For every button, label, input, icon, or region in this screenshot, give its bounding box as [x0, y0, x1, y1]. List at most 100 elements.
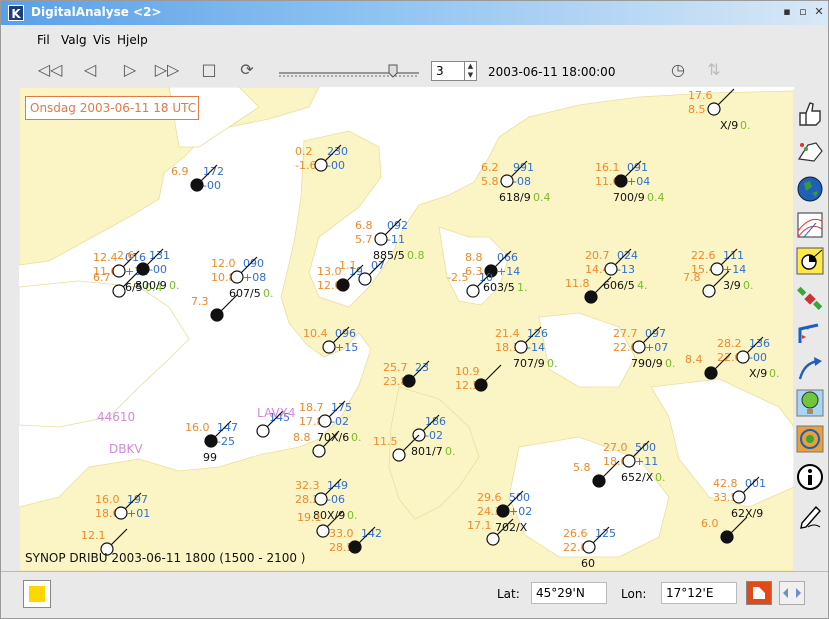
station-temperature: -2.5 — [447, 271, 468, 284]
maximize-icon[interactable]: ▫ — [797, 6, 809, 18]
station-temperature: 12.4 — [93, 251, 118, 264]
close-icon[interactable]: ✕ — [813, 6, 825, 18]
station-temperature: 11.5 — [373, 435, 398, 448]
station-cloud-cover: 1/7 — [425, 445, 443, 458]
station-pressure-tendency: +14 — [497, 265, 520, 278]
station-cloud-base: 0. — [665, 357, 676, 370]
station-temperature: 32.3 — [295, 479, 320, 492]
fast-forward-icon[interactable]: ▷▷ — [154, 58, 180, 82]
station-cloud-cover: 5/5 — [387, 249, 405, 262]
station-cloud-base: 0. — [655, 471, 666, 484]
station-visibility: 60 — [603, 279, 617, 292]
step-spinbox-value: 3 — [436, 64, 444, 78]
clock-icon[interactable]: ◷ — [665, 58, 691, 82]
stop-icon[interactable]: □ — [196, 58, 222, 82]
station-temperature: 16.0 — [185, 421, 210, 434]
station-temperature: 8.8 — [465, 251, 483, 264]
station-temperature: 16.1 — [595, 161, 620, 174]
lon-value: 17°12'E — [661, 582, 737, 604]
title-bar: K DigitalAnalyse <2> ▪ ▫ ✕ — [1, 1, 828, 25]
station-temperature: 6.2 — [481, 161, 499, 174]
station-temperature: 20.7 — [585, 249, 610, 262]
station-cloud-base: 0. — [169, 279, 180, 292]
station-cloud-base: 4. — [637, 279, 648, 292]
station-temperature: 12.0 — [211, 257, 236, 270]
lat-label: Lat: — [497, 587, 520, 601]
step-spinbox[interactable]: 3 ▲ ▼ — [431, 61, 477, 81]
station-temperature: 5.8 — [573, 461, 591, 474]
station-visibility: 99 — [203, 451, 217, 464]
station-cloud-cover: 8/9 — [513, 191, 531, 204]
play-icon[interactable]: ▷ — [117, 58, 143, 82]
weather-map[interactable]: 6.9 172 -00 0.2 -1.6 230 -00 6.2 5.8 991 -08 61 8/9 0… — [19, 87, 794, 571]
station-temperature: 29.6 — [477, 491, 502, 504]
station-visibility: 60 — [229, 287, 243, 300]
thumbs-up-icon[interactable] — [796, 99, 824, 127]
station-temperature: 7.8 — [683, 271, 701, 284]
station-pressure-tendency: -08 — [513, 175, 531, 188]
station-plot-icon[interactable] — [796, 247, 824, 275]
station-pressure-tendency: +02 — [509, 505, 532, 518]
front-line-icon[interactable] — [796, 319, 824, 347]
station-temperature: 17.6 — [688, 89, 713, 102]
station-cloud-base: 0. — [769, 367, 780, 380]
info-icon[interactable] — [796, 463, 824, 491]
station-visibility: 62 — [731, 507, 745, 520]
status-bar: Lat: 45°29'N Lon: 17°12'E — [1, 571, 828, 619]
current-time: 2003-06-11 18:00:00 — [488, 65, 616, 79]
station-cloud-cover: 0/9 — [645, 357, 663, 370]
station-dewpoint: 8.5 — [688, 103, 706, 116]
balloon-icon[interactable] — [796, 389, 824, 417]
station-visibility: 70 — [495, 521, 509, 534]
station-temperature: 19.1 — [297, 511, 322, 524]
rewind-icon[interactable]: ◁◁ — [37, 58, 63, 82]
station-cloud-base: 0. — [740, 119, 751, 132]
station-temperature: 6.7 — [93, 271, 111, 284]
spin-arrows-icon[interactable]: ▲ ▼ — [464, 62, 476, 80]
station-pressure-tendency: -02 — [425, 429, 443, 442]
refresh-icon[interactable]: ⟳ — [234, 58, 260, 82]
station-temperature: 12.1 — [81, 529, 106, 542]
station-temperature: 0.2 — [295, 145, 313, 158]
station-temperature: 10.9 — [455, 365, 480, 378]
sync-arrows-icon: ⇅ — [707, 60, 721, 79]
menu-vis[interactable]: Vis — [93, 33, 111, 47]
station-visibility: 80 — [411, 445, 425, 458]
station-cloud-base: 0. — [445, 445, 456, 458]
satellite-icon[interactable] — [796, 285, 824, 313]
station-visibility: 60 — [581, 557, 595, 570]
station-pressure-tendency: +11 — [635, 455, 658, 468]
layer-swatch-icon — [29, 586, 45, 602]
station-temperature: 26.6 — [563, 527, 588, 540]
station-cloud-cover: X/9 — [745, 507, 763, 520]
map-projection-icon[interactable] — [796, 211, 824, 239]
menu-fil[interactable]: Fil — [37, 33, 50, 47]
window-title: DigitalAnalyse <2> — [31, 5, 162, 19]
time-slider[interactable] — [277, 61, 423, 81]
station-cloud-base: 0. — [547, 357, 558, 370]
station-cloud-base: 0. — [743, 279, 754, 292]
layer-toggle-button[interactable] — [23, 580, 51, 608]
step-back-icon[interactable]: ◁ — [77, 58, 103, 82]
station-pressure-tendency: +01 — [127, 507, 150, 520]
menu-valg[interactable]: Valg — [61, 33, 87, 47]
station-cloud-base: 0. — [263, 287, 274, 300]
globe-icon[interactable] — [796, 175, 824, 203]
right-tool-panel — [794, 87, 829, 547]
station-visibility: 65 — [621, 471, 635, 484]
station-cloud-cover: X/9 — [749, 367, 767, 380]
station-visibility: 70 — [613, 191, 627, 204]
expand-panel-icon[interactable] — [779, 581, 805, 605]
station-visibility: 61 — [499, 191, 513, 204]
record-button[interactable] — [746, 581, 772, 605]
station-cloud-base: 1. — [517, 281, 528, 294]
minimize-icon[interactable]: ▪ — [781, 6, 793, 18]
curve-arrow-icon[interactable] — [796, 355, 824, 383]
radar-image-icon[interactable] — [796, 425, 824, 453]
app-logo: K — [8, 5, 24, 21]
hand-draw-icon[interactable] — [796, 137, 824, 165]
ship-callsign: 44610 — [97, 410, 135, 424]
station-pressure-tendency: -06 — [327, 493, 345, 506]
pencil-icon[interactable] — [796, 501, 824, 529]
menu-hjelp[interactable]: Hjelp — [117, 33, 148, 47]
